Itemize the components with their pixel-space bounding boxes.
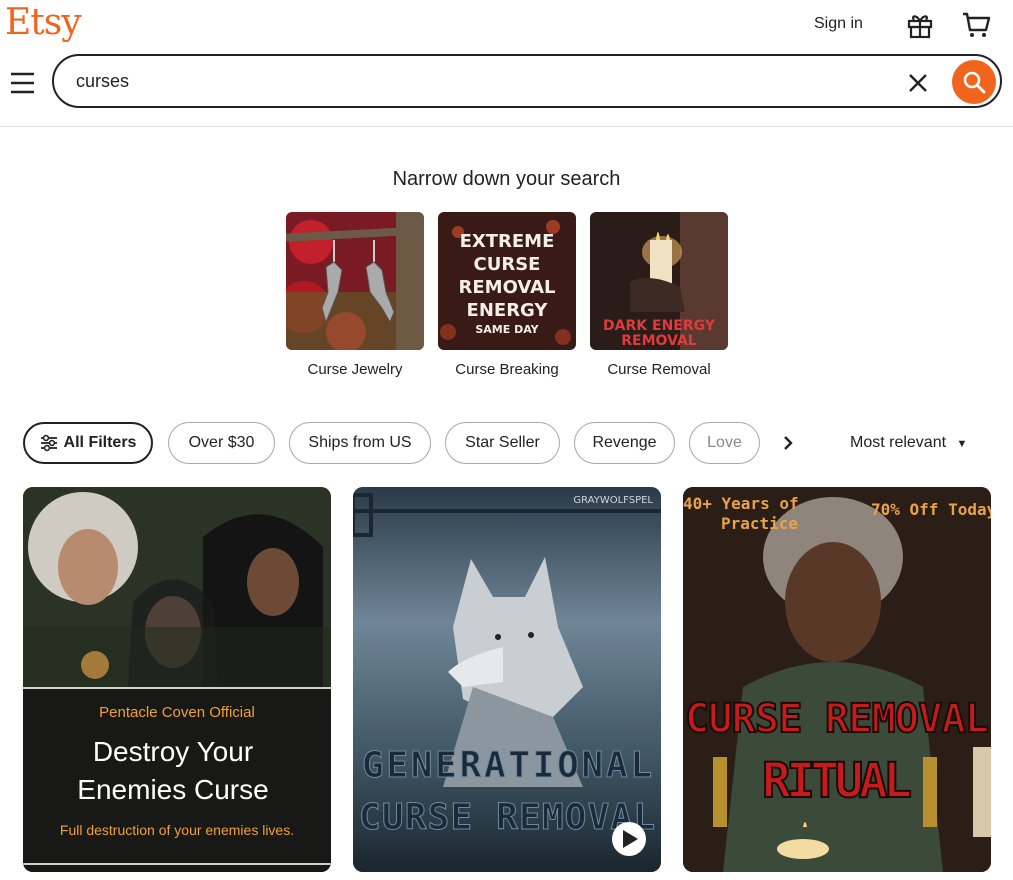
listing-shop-name: Pentacle Coven Official [99,704,255,721]
search-input[interactable]: curses [76,71,129,92]
clear-search-icon[interactable] [906,71,930,95]
category-image [286,212,424,350]
listing-card[interactable]: Pentacle Coven Official Destroy Your Ene… [23,487,331,872]
category-image-text: EXTREME [460,231,555,252]
listing-badge: 40+ Years of [683,494,799,513]
category-image: DARK ENERGY REMOVAL [590,212,728,350]
filter-chip-ships-from-us[interactable]: Ships from US [289,422,431,464]
category-image-text: REMOVAL [621,333,697,349]
search-icon [963,71,986,94]
listing-image: GRAYWOLFSPEL GENERATIONAL CURSE REMOVAL [353,487,661,872]
filter-chip-love[interactable]: Love [689,422,760,464]
filter-chip-star-seller[interactable]: Star Seller [445,422,560,464]
etsy-logo[interactable]: Etsy [5,2,82,43]
listing-title: Enemies Curse [77,774,268,805]
filter-chip-over-30[interactable]: Over $30 [168,422,275,464]
sort-label: Most relevant [850,434,947,451]
filter-chip-revenge[interactable]: Revenge [574,422,675,464]
all-filters-label: All Filters [63,434,137,451]
listing-card[interactable]: GRAYWOLFSPEL GENERATIONAL CURSE REMOVAL [353,487,661,872]
listing-card[interactable]: 40+ Years of Practice 70% Off Today CURS… [683,487,991,872]
filter-sliders-icon [40,434,57,452]
listing-badge: Practice [721,514,798,533]
cart-icon[interactable] [960,9,992,41]
category-label: Curse Removal [607,361,711,378]
sort-dropdown[interactable]: Most relevant ▼ [850,434,967,452]
caret-down-icon: ▼ [956,438,968,450]
gift-icon[interactable] [905,10,935,40]
all-filters-button[interactable]: All Filters [23,422,153,464]
category-image-text: DARK ENERGY [603,318,716,334]
category-image: EXTREME CURSE REMOVAL ENERGY SAME DAY [438,212,576,350]
listing-image: 40+ Years of Practice 70% Off Today CURS… [683,487,991,872]
search-button[interactable] [952,60,996,104]
listing-image: Pentacle Coven Official Destroy Your Ene… [23,487,331,872]
category-image-text: REMOVAL [459,277,556,298]
listing-title: CURSE REMOVAL [359,797,655,838]
listing-watermark: GRAYWOLFSPEL [573,495,653,506]
category-curse-breaking[interactable]: EXTREME CURSE REMOVAL ENERGY SAME DAY Cu… [438,212,576,378]
narrow-search-title: Narrow down your search [392,168,621,190]
listing-title: RITUAL [762,753,912,809]
listing-badge: 70% Off Today [871,500,991,519]
search-bar[interactable]: curses [52,54,1002,108]
sign-in-link[interactable]: Sign in [814,15,863,33]
category-curse-removal[interactable]: DARK ENERGY REMOVAL Curse Removal [590,212,728,378]
chevron-right-icon[interactable] [780,434,796,452]
listing-title: Destroy Your [93,736,253,767]
category-image-text: ENERGY [467,300,549,321]
menu-icon[interactable] [10,70,36,96]
category-image-text: SAME DAY [475,323,539,336]
category-image-text: CURSE [474,254,541,275]
listing-title: CURSE REMOVAL [685,696,989,742]
listing-subtitle: Full destruction of your enemies lives. [60,822,294,838]
header: Etsy Sign in curses [0,0,1013,127]
category-curse-jewelry[interactable]: Curse Jewelry [286,212,424,378]
